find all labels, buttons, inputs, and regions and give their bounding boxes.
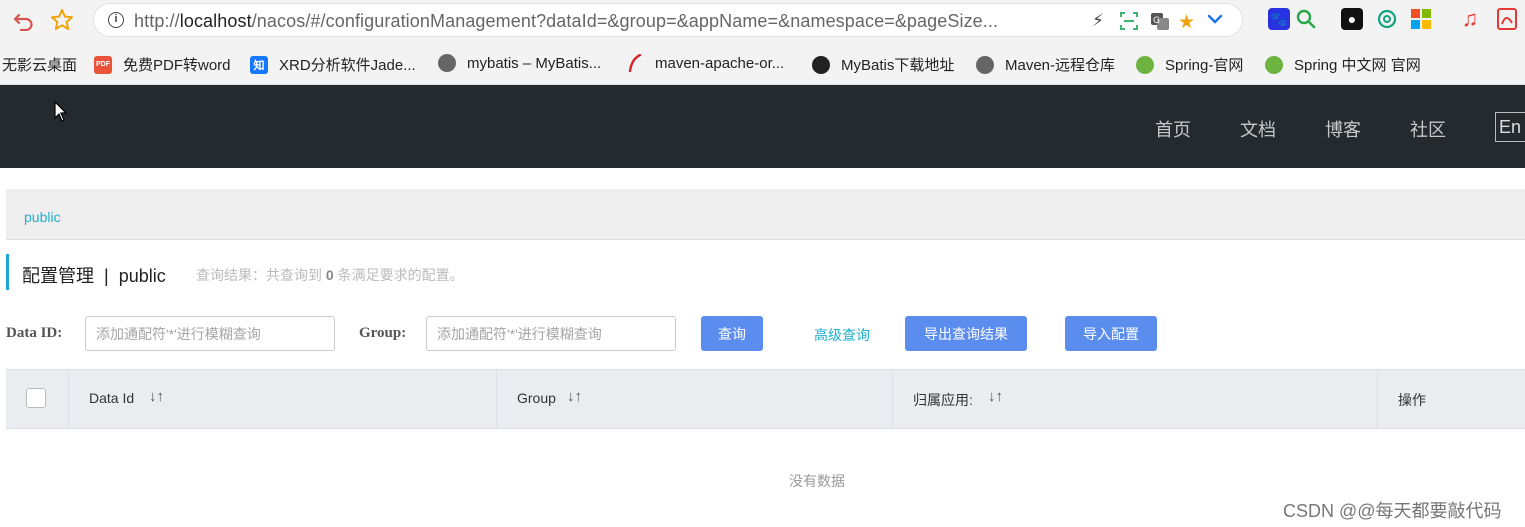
nav-docs[interactable]: 文档 <box>1240 116 1276 142</box>
bookmarks-bar: 无影云桌面 PDF 免费PDF转word 知 XRD分析软件Jade... my… <box>0 42 1525 85</box>
bookmark-item[interactable]: MyBatis下载地址 <box>812 54 954 75</box>
bookmark-item[interactable]: 知 XRD分析软件Jade... <box>250 54 416 75</box>
bookmark-label: 免费PDF转word <box>123 57 231 74</box>
column-label: 操作 <box>1398 392 1426 408</box>
spring-icon <box>1265 55 1283 74</box>
select-all-checkbox[interactable] <box>26 388 46 408</box>
bookmark-star-icon[interactable] <box>49 7 75 33</box>
favorite-star-icon[interactable]: ★ <box>1178 11 1195 34</box>
browser-toolbar: i http://localhost/nacos/#/configuration… <box>0 0 1525 42</box>
globe-icon <box>976 55 994 74</box>
bookmark-item[interactable]: PDF 免费PDF转word <box>94 54 231 75</box>
query-result-text: 查询结果：共查询到 0 条满足要求的配置。 <box>196 267 464 283</box>
url-text: http://localhost/nacos/#/configurationMa… <box>134 11 999 31</box>
advanced-query-link[interactable]: 高级查询 <box>814 325 870 345</box>
back-icon[interactable] <box>11 7 37 33</box>
bookmark-item[interactable]: Maven-远程仓库 <box>976 54 1115 75</box>
baidu-paw-icon[interactable]: 🐾 <box>1268 8 1290 30</box>
group-label: Group: <box>359 325 407 341</box>
group-input[interactable] <box>426 316 676 351</box>
bookmark-item[interactable]: mybatis – MyBatis... <box>438 54 601 72</box>
export-button[interactable]: 导出查询结果 <box>905 316 1027 351</box>
bookmark-label: Maven-远程仓库 <box>1005 57 1116 74</box>
bookmark-label: XRD分析软件Jade... <box>279 57 416 74</box>
lightning-icon[interactable]: ⚡ <box>1092 11 1104 31</box>
bookmark-label: mybatis – MyBatis... <box>467 54 602 72</box>
column-label: 归属应用: <box>913 392 973 408</box>
empty-state: 没有数据 <box>789 473 845 489</box>
pdf-icon: PDF <box>94 55 112 74</box>
column-group[interactable]: Group ↓↑ <box>496 370 892 428</box>
select-all-cell <box>6 370 69 428</box>
globe-icon <box>438 54 456 72</box>
column-actions: 操作 <box>1377 370 1525 428</box>
zhi-icon: 知 <box>250 55 268 74</box>
bookmark-label: Spring-官网 <box>1165 57 1244 74</box>
bookmark-item[interactable]: maven-apache-or... <box>626 54 784 72</box>
sort-icon[interactable]: ↓↑ <box>149 388 164 405</box>
watermark: CSDN @@每天都要敲代码 <box>1283 501 1502 521</box>
title-accent <box>6 254 9 290</box>
bookmark-label: maven-apache-or... <box>655 54 785 72</box>
import-button[interactable]: 导入配置 <box>1065 316 1157 351</box>
extension-dark-icon[interactable]: ● <box>1341 8 1363 30</box>
language-switch[interactable]: En <box>1495 112 1525 142</box>
address-bar[interactable]: i http://localhost/nacos/#/configuration… <box>93 3 1243 37</box>
namespace-bar: public <box>6 189 1525 240</box>
bookmark-label: 无影云桌面 <box>2 57 78 74</box>
bookmark-item[interactable]: Spring 中文网 官网 <box>1265 54 1421 75</box>
music-icon[interactable]: ♫ <box>1459 6 1481 31</box>
column-dataid[interactable]: Data Id ↓↑ <box>68 370 496 428</box>
namespace-link[interactable]: public <box>24 209 61 225</box>
bookmark-label: Spring 中文网 官网 <box>1294 57 1421 74</box>
sort-icon[interactable]: ↓↑ <box>567 388 582 405</box>
dataid-input[interactable] <box>85 316 335 351</box>
chatgpt-icon[interactable] <box>1376 8 1398 30</box>
bookmark-item[interactable]: Spring-官网 <box>1136 54 1243 75</box>
bookmark-item[interactable]: 无影云桌面 <box>2 54 77 75</box>
sort-icon[interactable]: ↓↑ <box>988 388 1003 405</box>
mouse-cursor-icon <box>54 101 68 122</box>
screenshot-icon[interactable] <box>1119 11 1139 36</box>
chevron-down-icon[interactable] <box>1207 11 1223 32</box>
column-label: Group <box>517 390 556 406</box>
feather-icon <box>626 54 644 72</box>
spring-icon <box>1136 55 1154 74</box>
nav-home[interactable]: 首页 <box>1155 116 1191 142</box>
translate-icon[interactable]: G <box>1150 11 1170 36</box>
app-grid-icon[interactable] <box>1410 8 1432 30</box>
column-label: Data Id <box>89 390 135 406</box>
table-header: Data Id ↓↑ Group ↓↑ 归属应用: ↓↑ 操作 <box>6 369 1525 429</box>
github-icon <box>812 55 830 74</box>
nav-blog[interactable]: 博客 <box>1325 116 1361 142</box>
pdf-reader-icon[interactable] <box>1496 8 1518 30</box>
query-button[interactable]: 查询 <box>701 316 763 351</box>
site-info-icon[interactable]: i <box>108 12 124 28</box>
column-app[interactable]: 归属应用: ↓↑ <box>892 370 1377 428</box>
page-title: 配置管理 | public <box>22 266 166 286</box>
svg-text:G: G <box>1153 16 1160 26</box>
search-icon[interactable] <box>1295 8 1317 30</box>
nav-community[interactable]: 社区 <box>1410 116 1446 142</box>
top-nav: 首页 文档 博客 社区 En <box>0 85 1525 168</box>
bookmark-label: MyBatis下载地址 <box>841 57 955 74</box>
dataid-label: Data ID: <box>6 325 63 341</box>
